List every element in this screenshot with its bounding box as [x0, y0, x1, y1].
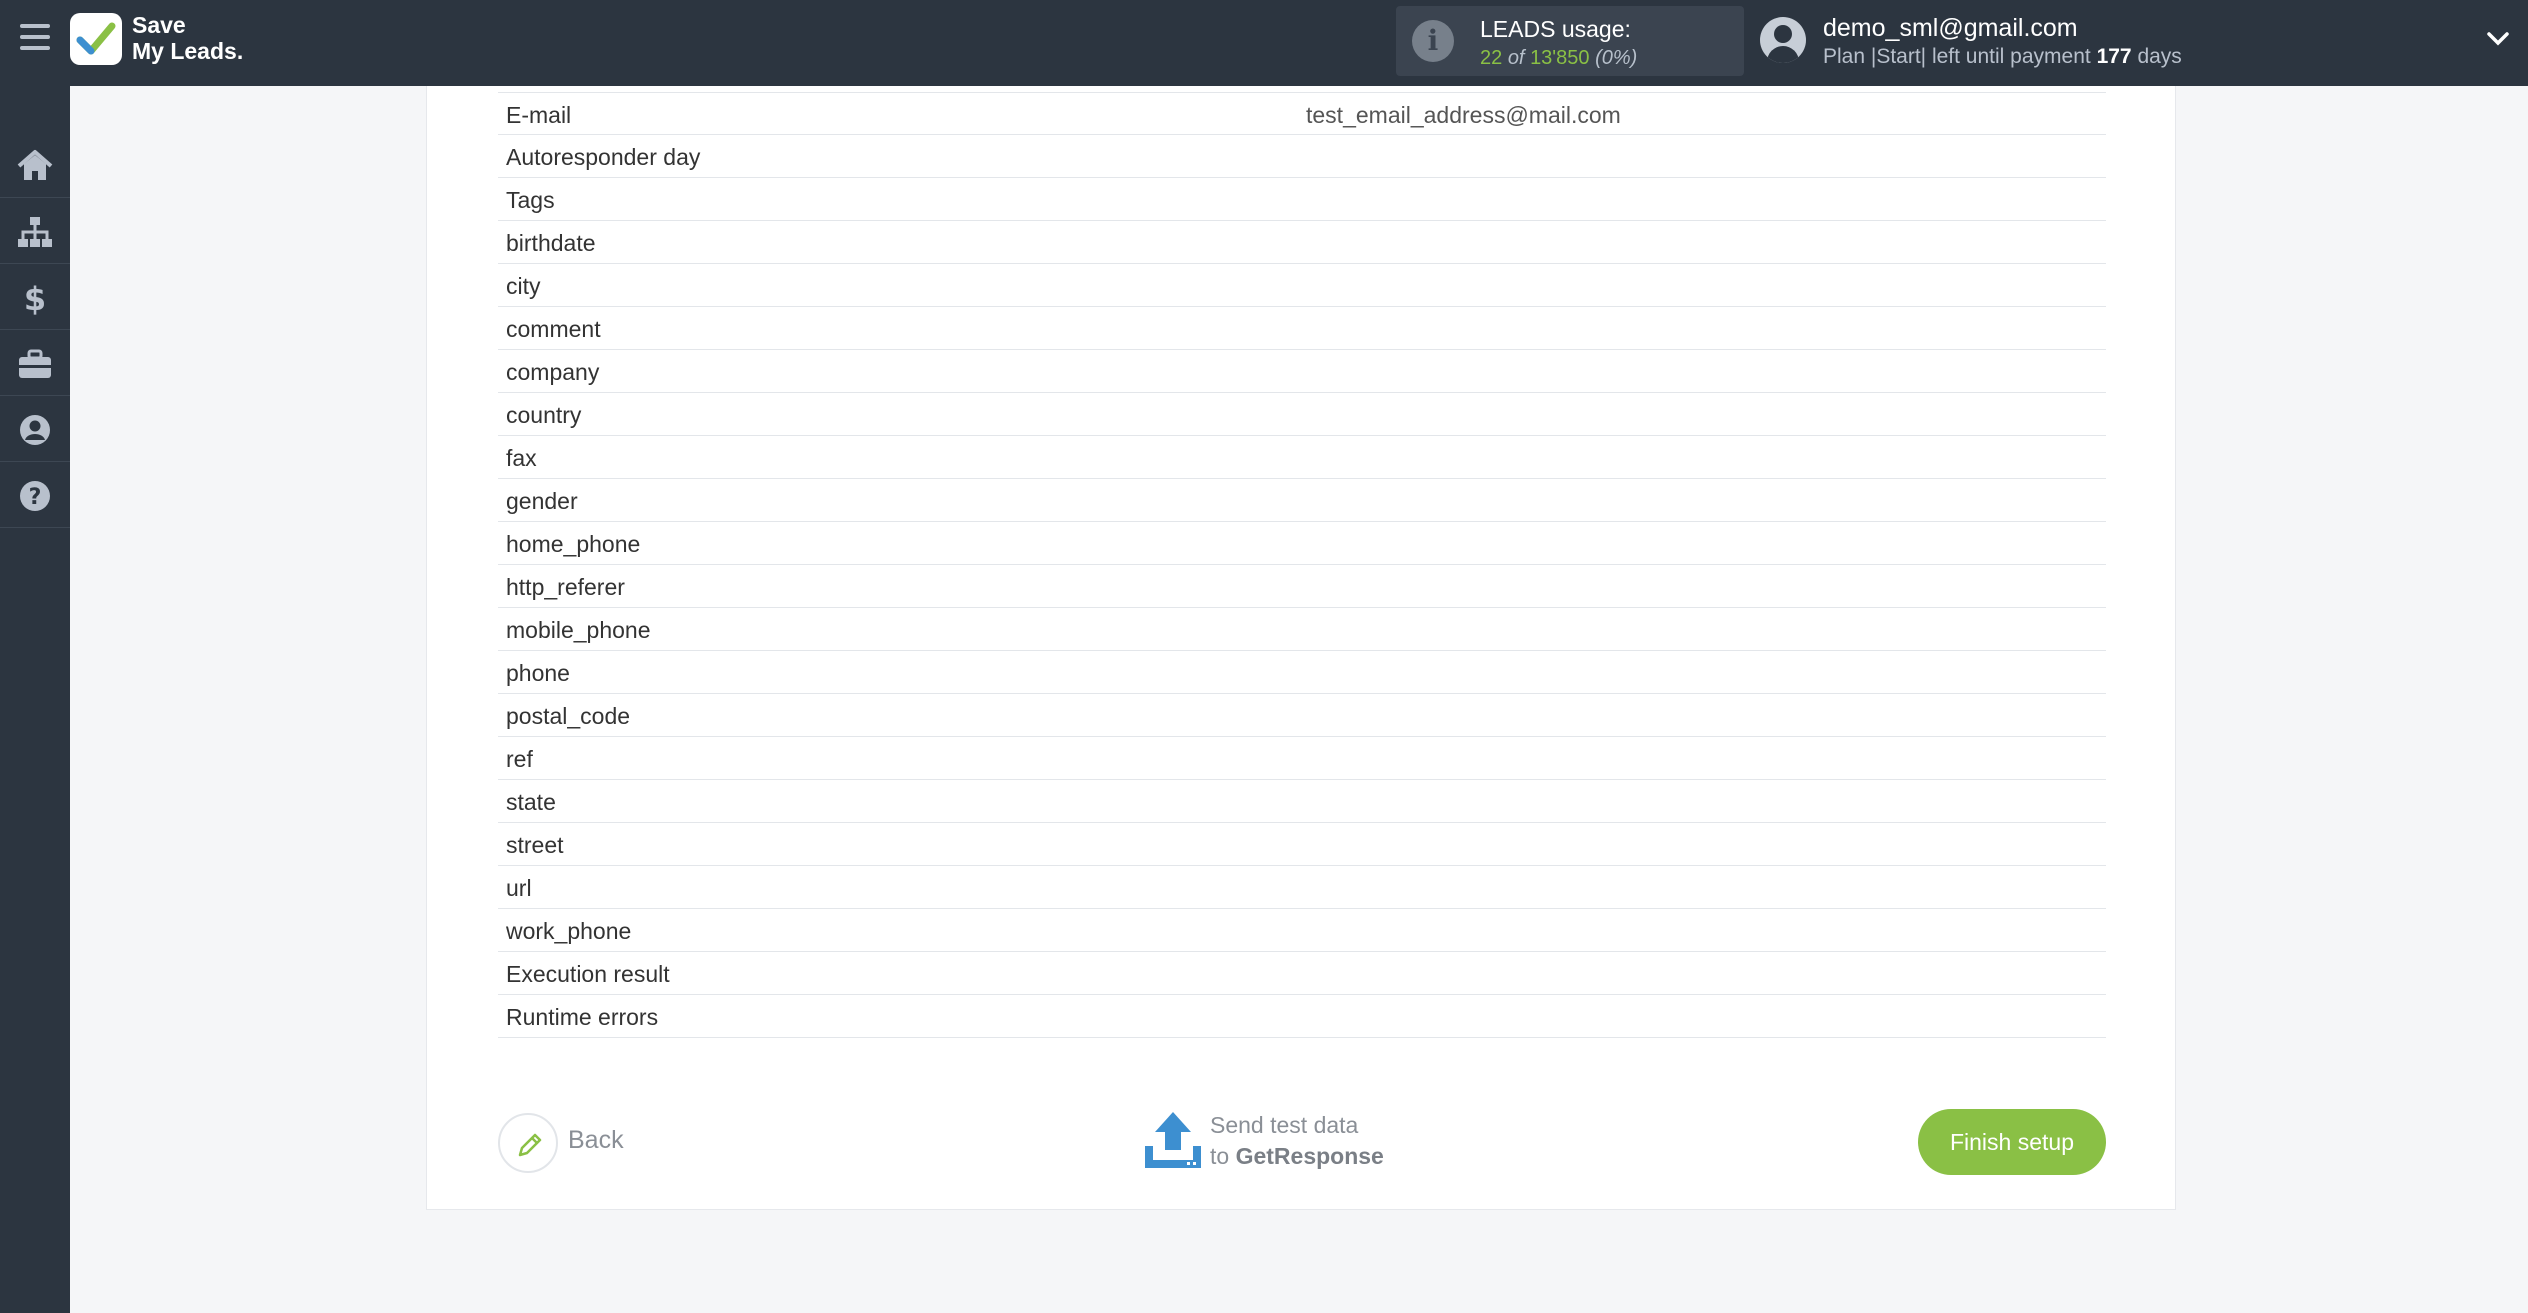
leads-usage-label: LEADS usage:: [1480, 16, 1631, 42]
field-name: fax: [506, 445, 537, 471]
brand-line-2: My Leads.: [132, 38, 244, 64]
leads-usage-panel: i LEADS usage: 22 of 13'850 (0%): [1396, 6, 1744, 76]
table-row: Execution result: [498, 952, 2106, 995]
upload-icon[interactable]: [1143, 1110, 1203, 1170]
avatar-icon[interactable]: [1760, 17, 1806, 63]
field-name: city: [506, 273, 541, 299]
plan-info: Plan |Start| left until payment 177 days: [1823, 45, 2182, 69]
field-name: phone: [506, 660, 570, 686]
table-row: Runtime errors: [498, 995, 2106, 1038]
pencil-icon: [518, 1133, 542, 1157]
table-row: state: [498, 780, 2106, 823]
field-name: country: [506, 402, 582, 428]
table-row: birthdate: [498, 221, 2106, 264]
field-name: birthdate: [506, 230, 596, 256]
field-name: home_phone: [506, 531, 641, 557]
send-test-data-button[interactable]: Send test data to GetResponse: [1210, 1110, 1384, 1172]
back-button[interactable]: [498, 1113, 558, 1173]
table-row: country: [498, 393, 2106, 436]
table-row: E-mail test_email_address@mail.com: [498, 92, 2106, 135]
table-row: Autoresponder day: [498, 135, 2106, 178]
svg-text:?: ?: [29, 485, 42, 510]
table-row: url: [498, 866, 2106, 909]
sidebar: $ ?: [0, 86, 70, 1313]
brand-line-1: Save: [132, 12, 186, 38]
logo-icon[interactable]: [70, 13, 122, 65]
field-name: mobile_phone: [506, 617, 651, 643]
send-to: to: [1210, 1143, 1230, 1169]
sidebar-item-services[interactable]: [0, 330, 70, 396]
sidebar-item-billing[interactable]: $: [0, 264, 70, 330]
sidebar-item-help[interactable]: ?: [0, 462, 70, 528]
table-row: city: [498, 264, 2106, 307]
field-name: comment: [506, 316, 601, 342]
svg-text:$: $: [24, 281, 46, 315]
plan-prefix: Plan |Start| left until payment: [1823, 45, 2091, 68]
leads-total: 13'850: [1530, 47, 1590, 69]
table-row: work_phone: [498, 909, 2106, 952]
field-name: Runtime errors: [506, 1004, 659, 1030]
field-name: Tags: [506, 187, 555, 213]
table-row: mobile_phone: [498, 608, 2106, 651]
field-name: street: [506, 832, 564, 858]
table-row: phone: [498, 651, 2106, 694]
send-line-1: Send test data: [1210, 1112, 1359, 1138]
sidebar-item-home[interactable]: [0, 132, 70, 198]
field-name: url: [506, 875, 532, 901]
back-label[interactable]: Back: [568, 1126, 624, 1155]
briefcase-icon: [19, 349, 51, 378]
table-row: comment: [498, 307, 2106, 350]
table-row: home_phone: [498, 522, 2106, 565]
field-name: postal_code: [506, 703, 631, 729]
table-row: ref: [498, 737, 2106, 780]
home-icon: [17, 150, 53, 180]
table-row: http_referer: [498, 565, 2106, 608]
field-name: ref: [506, 746, 533, 772]
top-bar: Save My Leads. i LEADS usage: 22 of 13'8…: [0, 0, 2528, 86]
help-icon: ?: [20, 481, 50, 511]
fields-table: E-mail test_email_address@mail.com Autores…: [498, 92, 2106, 1038]
leads-percent: (0%): [1595, 47, 1638, 69]
leads-of: of: [1507, 47, 1525, 69]
plan-days-count: 177: [2096, 45, 2132, 68]
sidebar-item-connections[interactable]: [0, 198, 70, 264]
leads-usage-count: 22 of 13'850 (0%): [1480, 47, 1637, 70]
table-row: street: [498, 823, 2106, 866]
field-name: Execution result: [506, 961, 670, 987]
table-row: postal_code: [498, 694, 2106, 737]
plan-days-label: days: [2137, 45, 2182, 68]
main-card: E-mail test_email_address@mail.com Autores…: [426, 86, 2176, 1210]
user-circle-icon: [20, 415, 50, 445]
field-value: test_email_address@mail.com: [1306, 102, 1621, 128]
info-icon[interactable]: i: [1412, 20, 1454, 62]
field-name: state: [506, 789, 556, 815]
user-email[interactable]: demo_sml@gmail.com: [1823, 14, 2078, 43]
field-name: work_phone: [506, 918, 632, 944]
sitemap-icon: [18, 217, 52, 247]
leads-used: 22: [1480, 47, 1503, 69]
send-target: GetResponse: [1235, 1143, 1384, 1169]
menu-icon[interactable]: [20, 24, 50, 54]
field-name: E-mail: [506, 102, 572, 128]
table-row: gender: [498, 479, 2106, 522]
brand-name: Save My Leads.: [132, 12, 243, 64]
dollar-icon: $: [24, 281, 46, 315]
table-row: Tags: [498, 178, 2106, 221]
finish-setup-button[interactable]: Finish setup: [1918, 1109, 2106, 1175]
send-line-2: to GetResponse: [1210, 1141, 1384, 1172]
chevron-down-icon[interactable]: [2486, 26, 2510, 50]
table-row: company: [498, 350, 2106, 393]
table-row: fax: [498, 436, 2106, 479]
field-name: http_referer: [506, 574, 625, 600]
field-name: gender: [506, 488, 578, 514]
field-name: Autoresponder day: [506, 144, 701, 170]
sidebar-item-account[interactable]: [0, 396, 70, 462]
field-name: company: [506, 359, 600, 385]
